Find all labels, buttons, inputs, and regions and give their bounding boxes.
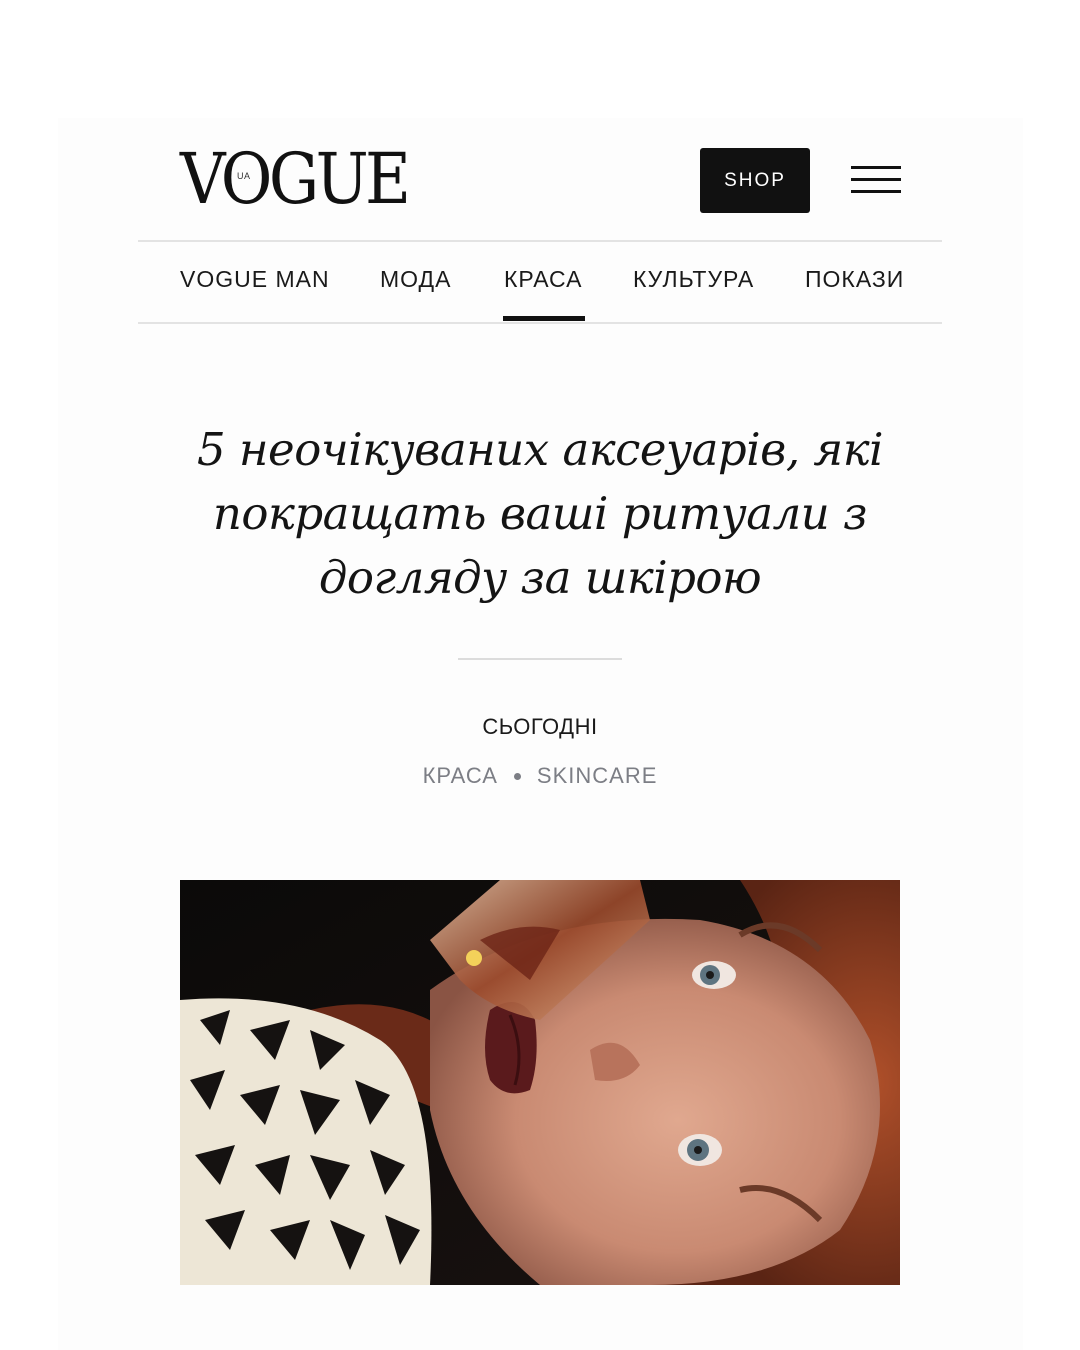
- tag-skincare[interactable]: SKINCARE: [537, 763, 657, 789]
- article-date: СЬОГОДНІ: [482, 714, 598, 739]
- title-divider: [458, 658, 622, 660]
- nav-item-krasa[interactable]: КРАСА: [504, 266, 582, 298]
- hero-photo: [180, 880, 900, 1285]
- header-divider: [138, 240, 942, 242]
- article-title-line: догляду за шкірою: [318, 551, 762, 604]
- article-title: 5 неочікуваних аксеуарів, які покращать …: [150, 418, 930, 610]
- article-tags: КРАСА SKINCARE: [340, 763, 740, 789]
- nav-divider: [138, 322, 942, 324]
- nav-item-vogue-man[interactable]: VOGUE MAN: [180, 266, 330, 298]
- page: VOGUE UA SHOP VOGUE MAN МОДА КРАСА КУЛЬТ…: [0, 0, 1080, 1350]
- active-nav-indicator: [503, 316, 585, 321]
- menu-line: [851, 178, 901, 181]
- nav-item-moda[interactable]: МОДА: [380, 266, 451, 298]
- tag-krasa[interactable]: КРАСА: [423, 763, 498, 789]
- article-hero-image[interactable]: [180, 880, 900, 1285]
- shop-button[interactable]: SHOP: [700, 148, 810, 213]
- hamburger-icon[interactable]: [851, 166, 901, 194]
- menu-line: [851, 190, 901, 193]
- article-title-line: покращать ваші ритуали з: [212, 487, 868, 540]
- nav-item-pokazy[interactable]: ПОКАЗИ: [805, 266, 904, 298]
- nav-item-kultura[interactable]: КУЛЬТУРА: [633, 266, 754, 298]
- logo-region-label: UA: [236, 171, 252, 181]
- tag-separator-dot: [513, 772, 521, 780]
- article-title-line: 5 неочікуваних аксеуарів, які: [196, 423, 884, 476]
- menu-line: [851, 166, 901, 169]
- vogue-logo[interactable]: VOGUE: [180, 140, 411, 218]
